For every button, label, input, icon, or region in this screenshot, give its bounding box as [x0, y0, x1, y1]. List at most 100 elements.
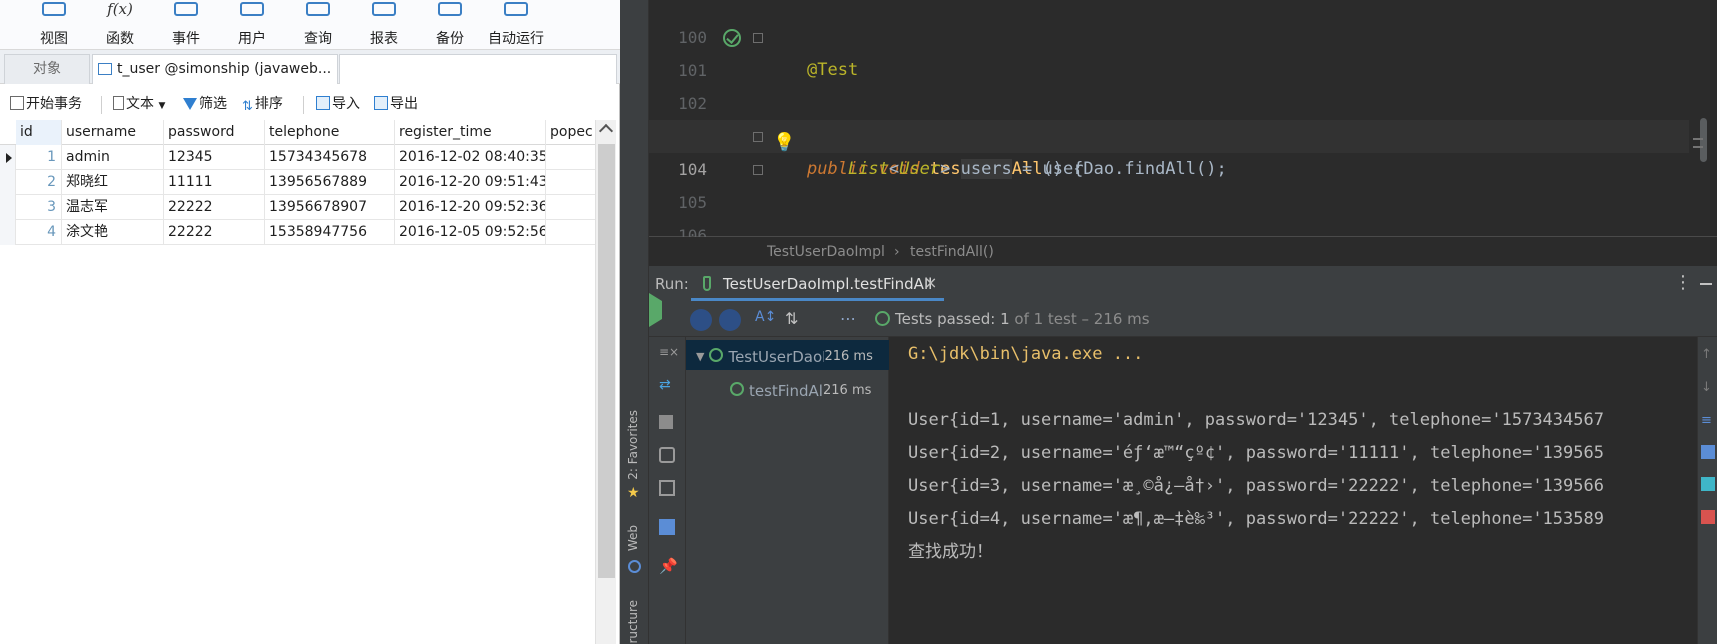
code-line[interactable]: 103 List<User> users = userDao.findAll()…: [649, 87, 1689, 179]
column-header-username[interactable]: username: [62, 120, 164, 145]
error-stripe-mark[interactable]: [1693, 138, 1703, 140]
fold-marker-icon[interactable]: [753, 33, 763, 43]
more-options-icon[interactable]: ⋮: [1674, 272, 1692, 293]
code-line[interactable]: 100 @Test: [649, 0, 1689, 80]
minimize-icon[interactable]: [1700, 283, 1712, 285]
editor-vertical-scrollbar[interactable]: [1692, 0, 1717, 237]
cell-register-time[interactable]: 2016-12-20 09:51:43: [395, 170, 546, 195]
column-header-telephone[interactable]: telephone: [265, 120, 395, 145]
column-header-popec[interactable]: popec: [546, 120, 595, 145]
row-selector[interactable]: [0, 170, 16, 195]
cell-popec[interactable]: [546, 195, 595, 220]
chevron-down-icon[interactable]: ▼: [696, 350, 704, 363]
clear-icon[interactable]: ≡×: [659, 345, 679, 361]
tab-t-user-table[interactable]: t_user @simonship (javaweb...: [92, 54, 338, 84]
cell-register-time[interactable]: 2016-12-02 08:40:35: [395, 145, 546, 170]
code-line[interactable]: 105 for (User user : users) {: [649, 153, 1689, 278]
up-arrow-icon[interactable]: ↑: [1701, 347, 1715, 362]
cell-telephone[interactable]: 15734345678: [265, 145, 395, 170]
cell-popec[interactable]: [546, 170, 595, 195]
structure-tool-tab[interactable]: ructure: [626, 600, 640, 644]
cell-id[interactable]: 3: [16, 195, 62, 220]
scroll-up-arrow-icon[interactable]: [598, 123, 614, 139]
toolbar-view-button[interactable]: 视图: [20, 0, 88, 50]
fold-marker-icon[interactable]: [753, 165, 763, 175]
breadcrumb-item-method[interactable]: testFindAll(): [910, 237, 994, 267]
run-test-passed-icon[interactable]: [723, 29, 741, 47]
cell-telephone[interactable]: 13956567889: [265, 170, 395, 195]
tree-item-test-method[interactable]: testFindAll216 ms: [730, 374, 871, 404]
row-selector[interactable]: [0, 195, 16, 220]
cell-id[interactable]: 2: [16, 170, 62, 195]
cell-id[interactable]: 1: [16, 145, 62, 170]
code-line[interactable]: 102 UserDao userDao = new UserDaoImpl();: [649, 54, 1689, 146]
tree-item-test-class[interactable]: ▼ TestUserDaoI216 ms: [696, 340, 873, 370]
text-menu-button[interactable]: 文本 ▼: [113, 94, 165, 114]
cell-telephone[interactable]: 13956678907: [265, 195, 395, 220]
soft-wrap-icon[interactable]: ≡: [1701, 413, 1715, 428]
begin-transaction-button[interactable]: 开始事务: [10, 94, 82, 114]
cell-username[interactable]: 涂文艳: [62, 220, 164, 245]
toolbar-automation-button[interactable]: 自动运行: [482, 0, 550, 50]
stop-icon[interactable]: [659, 415, 673, 429]
web-tool-tab[interactable]: Web: [626, 525, 640, 551]
cell-username[interactable]: 温志军: [62, 195, 164, 220]
toolbar-function-button[interactable]: f(x) 函数: [86, 0, 154, 50]
error-stripe-mark[interactable]: [1693, 146, 1703, 148]
console-output[interactable]: G:\jdk\bin\java.exe ... User{id=1, usern…: [889, 337, 1697, 644]
down-arrow-icon[interactable]: ↓: [1701, 380, 1715, 395]
show-ignored-icon[interactable]: [719, 309, 741, 331]
filter-button[interactable]: 筛选: [183, 94, 227, 114]
scrollbar-thumb[interactable]: [1700, 118, 1707, 162]
tab-objects[interactable]: 对象: [4, 54, 90, 84]
column-header-password[interactable]: password: [164, 120, 265, 145]
print-icon[interactable]: [1701, 477, 1715, 491]
toolbar-user-button[interactable]: 用户: [218, 0, 286, 50]
run-config-tab[interactable]: TestUserDaoImpl.testFindAll ×: [691, 267, 944, 301]
camera-icon[interactable]: [659, 447, 675, 463]
toolbar-query-button[interactable]: 查询: [284, 0, 352, 50]
cell-password[interactable]: 11111: [164, 170, 265, 195]
exit-icon[interactable]: [659, 480, 675, 496]
layout-icon[interactable]: [659, 519, 675, 535]
sort-button[interactable]: ⇅ 排序: [242, 94, 283, 114]
close-icon[interactable]: ×: [924, 273, 937, 292]
grid-vertical-scrollbar[interactable]: [595, 120, 616, 644]
cell-username[interactable]: admin: [62, 145, 164, 170]
import-button[interactable]: 导入: [316, 94, 360, 114]
toggle-auto-test-icon[interactable]: ⇄: [659, 377, 675, 393]
row-selector[interactable]: [0, 145, 16, 170]
code-line-current[interactable]: 104 💡 if (users.size() != 0) {: [649, 120, 1689, 278]
toolbar-backup-button[interactable]: 备份: [416, 0, 484, 50]
cell-id[interactable]: 4: [16, 220, 62, 245]
cell-password[interactable]: 22222: [164, 220, 265, 245]
scrollbar-thumb[interactable]: [598, 144, 615, 578]
scroll-to-end-icon[interactable]: [1701, 445, 1715, 459]
more-icon[interactable]: ⋯: [840, 309, 862, 331]
trash-icon[interactable]: [1701, 510, 1715, 524]
show-passed-icon[interactable]: [690, 309, 712, 331]
cell-register-time[interactable]: 2016-12-05 09:52:56: [395, 220, 546, 245]
sort-alphabetically-icon[interactable]: A↕: [755, 309, 777, 331]
cell-popec[interactable]: [546, 220, 595, 245]
cell-password[interactable]: 22222: [164, 195, 265, 220]
toolbar-report-button[interactable]: 报表: [350, 0, 418, 50]
pin-icon[interactable]: 📌: [659, 557, 678, 575]
table-row[interactable]: 4 涂文艳 22222 15358947756 2016-12-05 09:52…: [0, 220, 595, 245]
breadcrumb-item-class[interactable]: TestUserDaoImpl: [767, 237, 885, 267]
cell-popec[interactable]: [546, 145, 595, 170]
favorites-tool-tab[interactable]: 2: Favorites: [626, 410, 644, 480]
code-editor[interactable]: 100 @Test 101 public void testFindAll() …: [620, 0, 1717, 278]
sort-by-duration-icon[interactable]: ⇅: [785, 309, 807, 331]
table-row[interactable]: 1 admin 12345 15734345678 2016-12-02 08:…: [0, 145, 595, 170]
row-selector[interactable]: [0, 220, 16, 245]
rerun-play-icon[interactable]: [649, 293, 662, 327]
cell-register-time[interactable]: 2016-12-20 09:52:36: [395, 195, 546, 220]
cell-username[interactable]: 郑晓红: [62, 170, 164, 195]
toolbar-event-button[interactable]: 事件: [152, 0, 220, 50]
export-button[interactable]: 导出: [374, 94, 418, 114]
code-line[interactable]: 106 System.out.println(user);: [649, 186, 1689, 278]
table-row[interactable]: 2 郑晓红 11111 13956567889 2016-12-20 09:51…: [0, 170, 595, 195]
table-row[interactable]: 3 温志军 22222 13956678907 2016-12-20 09:52…: [0, 195, 595, 220]
column-header-id[interactable]: id: [16, 120, 62, 145]
